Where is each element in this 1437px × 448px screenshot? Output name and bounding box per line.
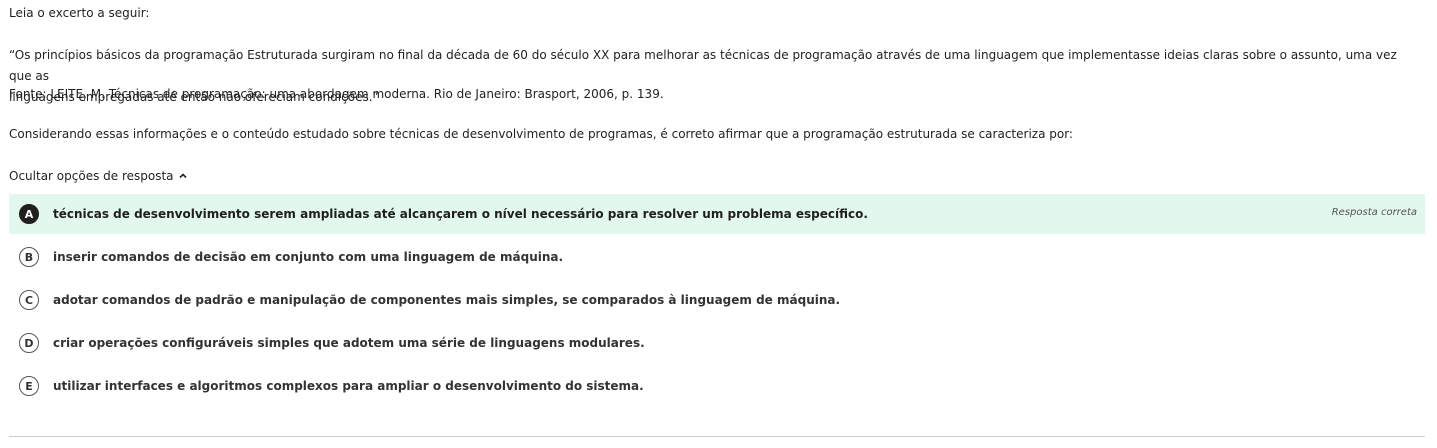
option-letter-badge: A <box>19 204 39 224</box>
question-intro: Leia o excerto a seguir: <box>9 6 150 20</box>
hide-options-toggle[interactable]: Ocultar opções de resposta <box>9 168 188 184</box>
option-text: utilizar interfaces e algoritmos complex… <box>53 379 644 393</box>
answer-option-c[interactable]: C adotar comandos de padrão e manipulaçã… <box>9 280 1425 320</box>
chevron-up-icon <box>178 171 188 181</box>
quote-line: “Os princípios básicos da programação Es… <box>9 48 1397 83</box>
bottom-divider <box>9 436 1425 437</box>
quote-source: Fonte: LEITE, M. Técnicas de programação… <box>9 87 664 101</box>
question-prompt: Considerando essas informações e o conte… <box>9 127 1073 141</box>
answer-option-e[interactable]: E utilizar interfaces e algoritmos compl… <box>9 366 1425 406</box>
answer-option-d[interactable]: D criar operações configuráveis simples … <box>9 323 1425 363</box>
option-text: criar operações configuráveis simples qu… <box>53 336 645 350</box>
option-letter-badge: D <box>19 333 39 353</box>
option-text: adotar comandos de padrão e manipulação … <box>53 293 841 307</box>
option-letter-badge: C <box>19 290 39 310</box>
option-letter-badge: E <box>19 376 39 396</box>
option-letter-badge: B <box>19 247 39 267</box>
option-text: inserir comandos de decisão em conjunto … <box>53 250 564 264</box>
answer-option-a[interactable]: A técnicas de desenvolvimento serem ampl… <box>9 194 1425 234</box>
toggle-label: Ocultar opções de resposta <box>9 169 174 183</box>
option-text: técnicas de desenvolvimento serem amplia… <box>53 207 868 221</box>
answer-option-b[interactable]: B inserir comandos de decisão em conjunt… <box>9 237 1425 277</box>
correct-answer-label: Resposta correta <box>1331 207 1417 218</box>
